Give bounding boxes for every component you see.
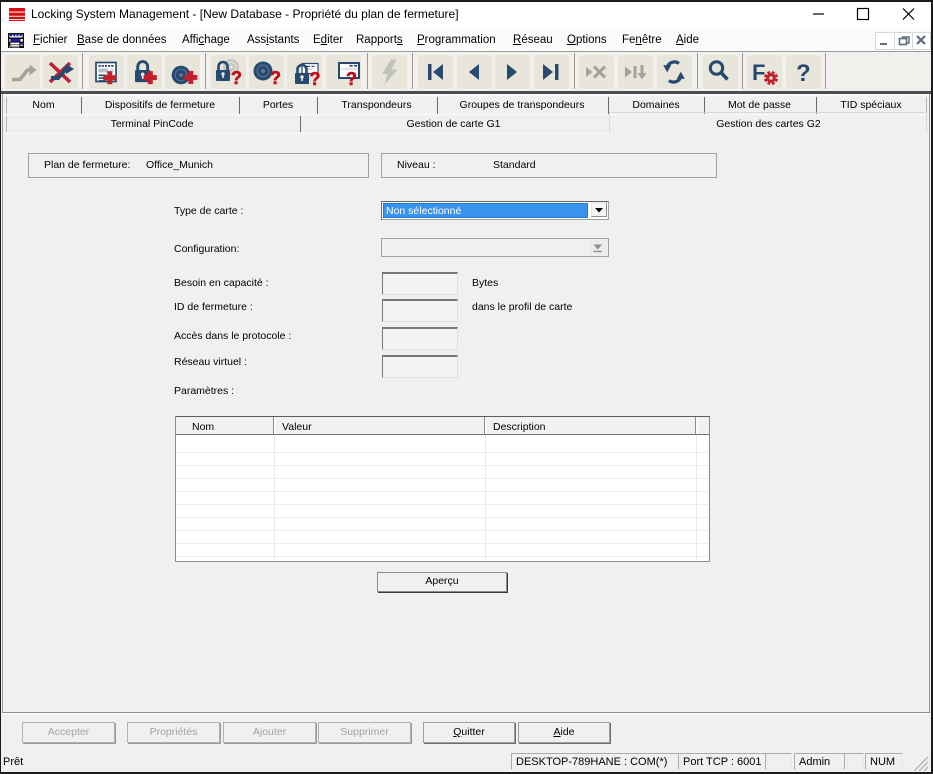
svg-text:?: ? [310,69,321,89]
svg-text:?: ? [231,68,242,88]
svg-text:F: F [752,60,765,85]
svg-text:?: ? [796,60,811,87]
svg-text:?: ? [346,69,357,89]
svg-text:?: ? [270,68,281,88]
